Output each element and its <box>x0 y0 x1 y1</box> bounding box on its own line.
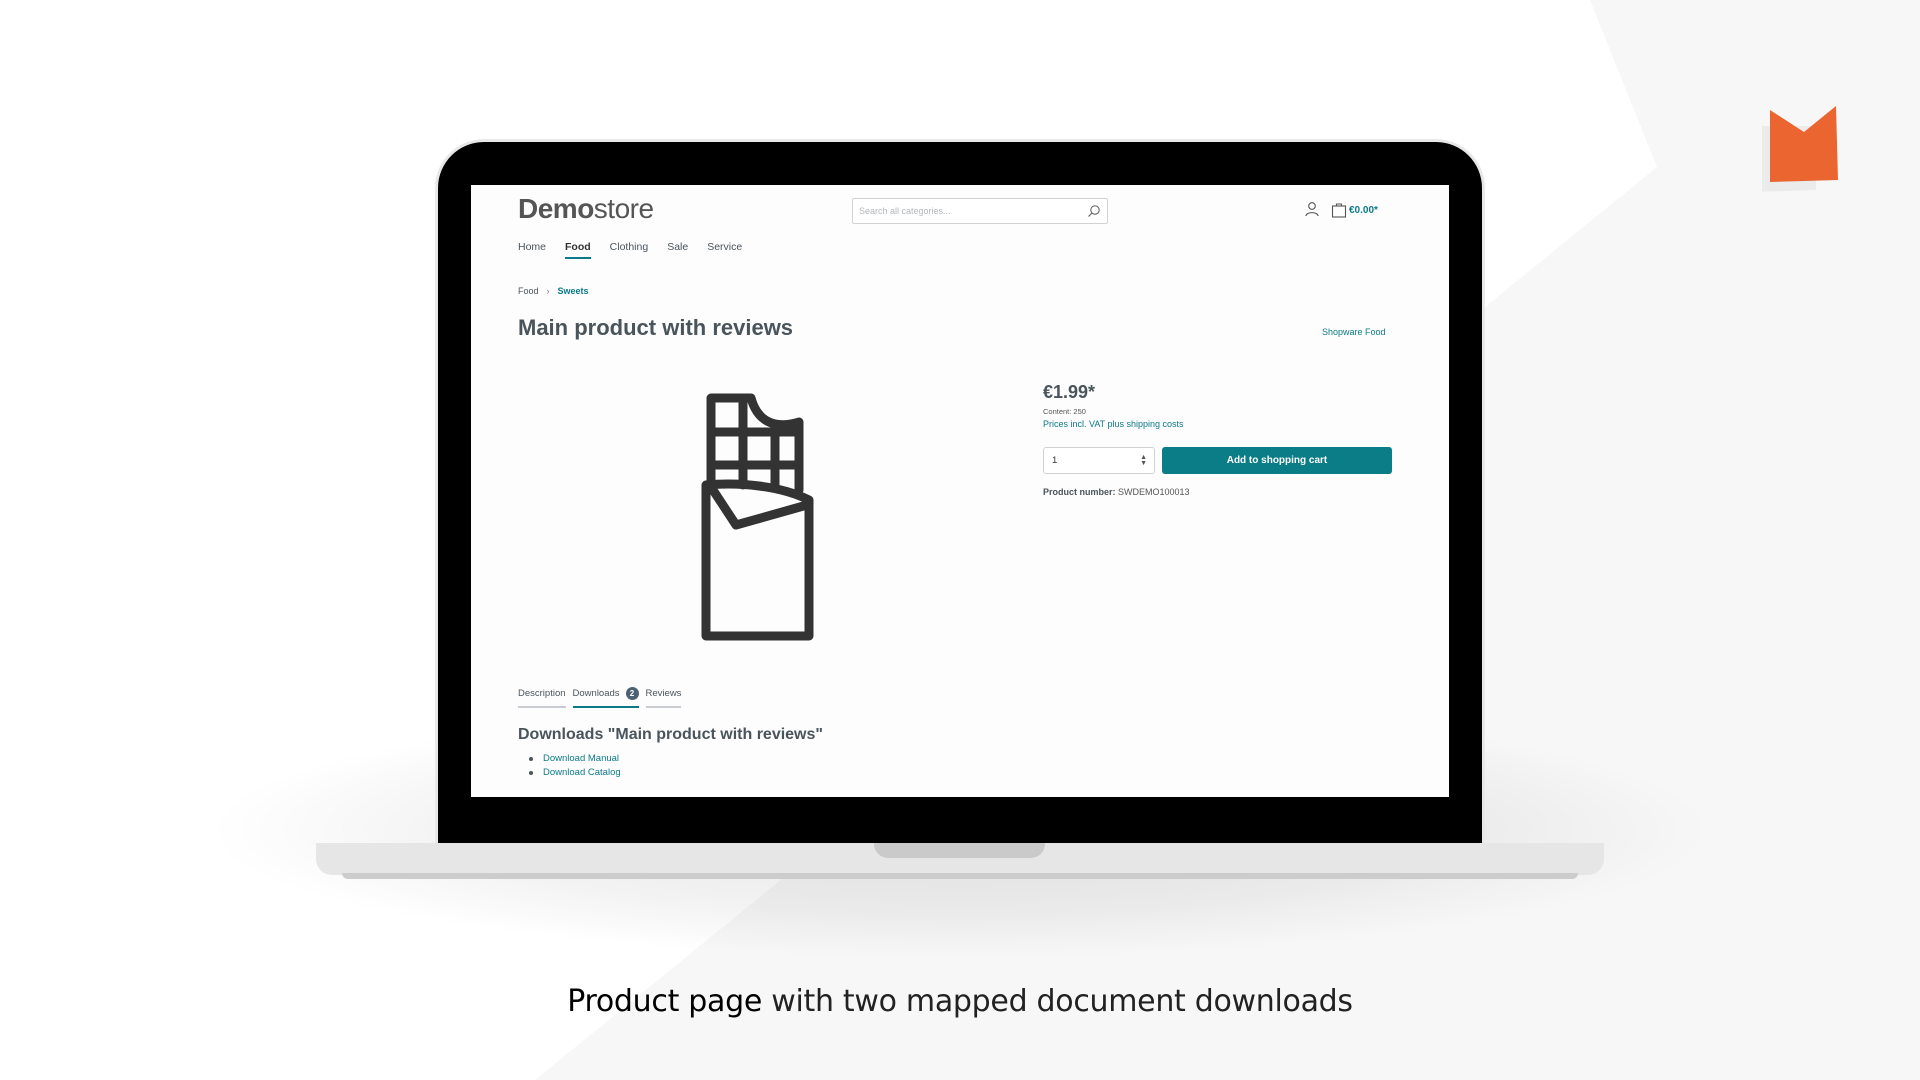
product-content: Content: 250 <box>1043 407 1086 416</box>
breadcrumb-item-food[interactable]: Food <box>518 286 539 296</box>
nav-item-home[interactable]: Home <box>518 241 546 259</box>
caption-strong: Product page <box>567 984 763 1019</box>
chevron-right-icon: › <box>546 286 550 296</box>
product-number-value: SWDEMO100013 <box>1118 487 1190 497</box>
tab-description[interactable]: Description <box>518 687 566 708</box>
tab-label: Description <box>518 688 566 699</box>
user-icon[interactable] <box>1304 201 1320 219</box>
tab-downloads[interactable]: Downloads 2 <box>572 687 639 708</box>
vat-shipping-link[interactable]: Prices incl. VAT plus shipping costs <box>1043 419 1184 429</box>
nav-item-clothing[interactable]: Clothing <box>610 241 649 259</box>
breadcrumb: Food › Sweets <box>518 286 589 296</box>
tab-label: Downloads <box>572 688 620 699</box>
logo-light: store <box>593 193 654 224</box>
search-icon[interactable] <box>1087 204 1101 218</box>
product-price: €1.99* <box>1043 382 1096 402</box>
download-link-catalog[interactable]: Download Catalog <box>529 766 621 780</box>
product-tabs: Description Downloads 2 Reviews <box>518 687 682 708</box>
nav-item-sale[interactable]: Sale <box>667 241 688 259</box>
downloads-count-badge: 2 <box>625 687 639 700</box>
brand-logo-icon <box>1762 106 1838 192</box>
chocolate-bar-icon <box>701 393 814 641</box>
product-title: Main product with reviews <box>518 315 794 340</box>
tab-reviews[interactable]: Reviews <box>645 687 682 708</box>
downloads-list: Download Manual Download Catalog <box>529 752 621 780</box>
product-number-label: Product number: <box>1043 487 1116 497</box>
browser-screen: Demostore €0.00* Home Food Clothing Sale… <box>471 185 1449 797</box>
nav-item-food[interactable]: Food <box>565 241 591 259</box>
tab-label: Reviews <box>645 688 682 699</box>
store-logo[interactable]: Demostore <box>518 193 654 225</box>
quantity-dropdown[interactable]: 1 <box>1044 448 1154 473</box>
quantity-select[interactable]: 1 ▲ ▼ <box>1043 447 1155 474</box>
manufacturer-link[interactable]: Shopware Food <box>1322 327 1386 337</box>
logo-bold: Demo <box>518 193 594 224</box>
download-link-manual[interactable]: Download Manual <box>529 752 621 766</box>
caption: Product page with two mapped document do… <box>0 984 1920 1019</box>
shopping-bag-icon[interactable] <box>1331 201 1347 219</box>
search-input[interactable] <box>853 199 1073 223</box>
product-number: Product number: SWDEMO100013 <box>1043 487 1190 497</box>
breadcrumb-item-sweets[interactable]: Sweets <box>558 286 589 296</box>
laptop-notch <box>874 843 1045 858</box>
laptop-base-lip <box>342 873 1578 879</box>
downloads-heading: Downloads "Main product with reviews" <box>518 726 823 743</box>
search-box <box>852 198 1108 224</box>
caption-rest: with two mapped document downloads <box>762 984 1353 1019</box>
cart-total[interactable]: €0.00* <box>1349 205 1378 216</box>
nav-item-service[interactable]: Service <box>707 241 742 259</box>
select-arrows-icon: ▲ ▼ <box>1140 454 1147 467</box>
add-to-cart-button[interactable]: Add to shopping cart <box>1162 447 1392 474</box>
main-navigation: Home Food Clothing Sale Service <box>518 241 761 259</box>
